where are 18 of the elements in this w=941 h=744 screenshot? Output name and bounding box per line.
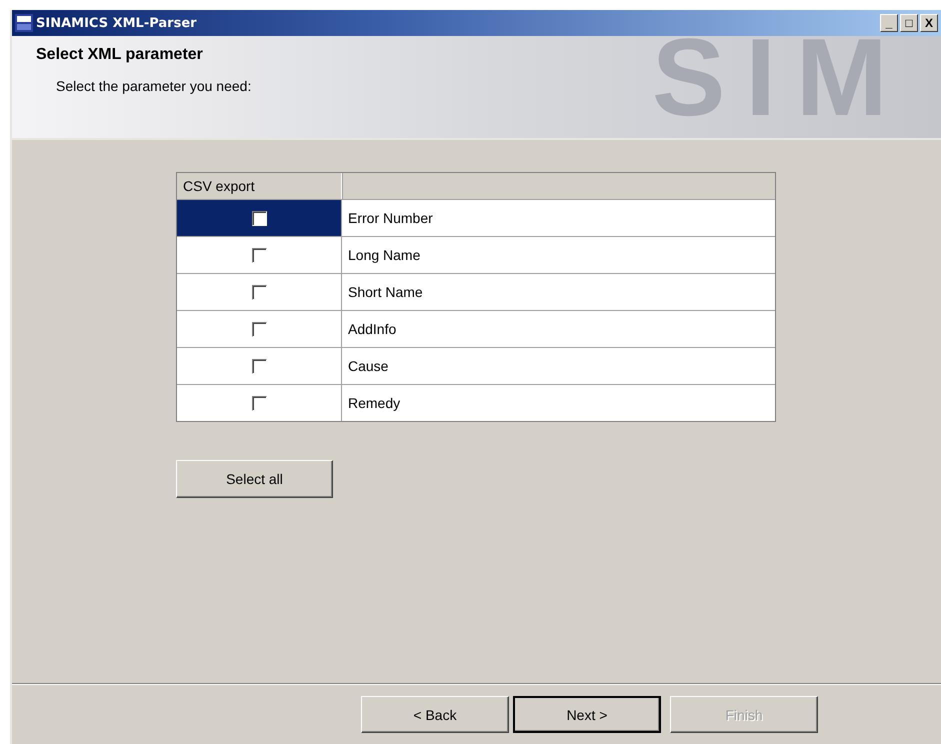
checkbox-cell[interactable] — [177, 200, 342, 236]
checkbox[interactable] — [252, 210, 266, 226]
minimize-button[interactable]: _ — [880, 14, 898, 32]
table-cell-text: Short Name — [347, 283, 424, 302]
app-icon — [15, 14, 33, 32]
table-cell-text: Cause — [347, 357, 390, 376]
close-button[interactable]: X — [920, 14, 938, 32]
table-cell-text: AddInfo — [347, 320, 398, 339]
page-subtitle: Select the parameter you need: — [56, 78, 252, 94]
page-heading: Select XML parameter — [36, 46, 204, 64]
maximize-button[interactable]: □ — [900, 14, 918, 32]
select-all-button[interactable]: Select all — [176, 460, 333, 498]
window-title: SINAMICS XML-Parser — [36, 16, 198, 30]
next-button[interactable]: Next > — [513, 696, 661, 733]
table-cell-text: Error Number — [347, 209, 434, 228]
back-button[interactable]: < Back — [361, 696, 509, 733]
table-cell-text: Long Name — [347, 246, 422, 265]
table-cell-text: Remedy — [347, 394, 402, 413]
